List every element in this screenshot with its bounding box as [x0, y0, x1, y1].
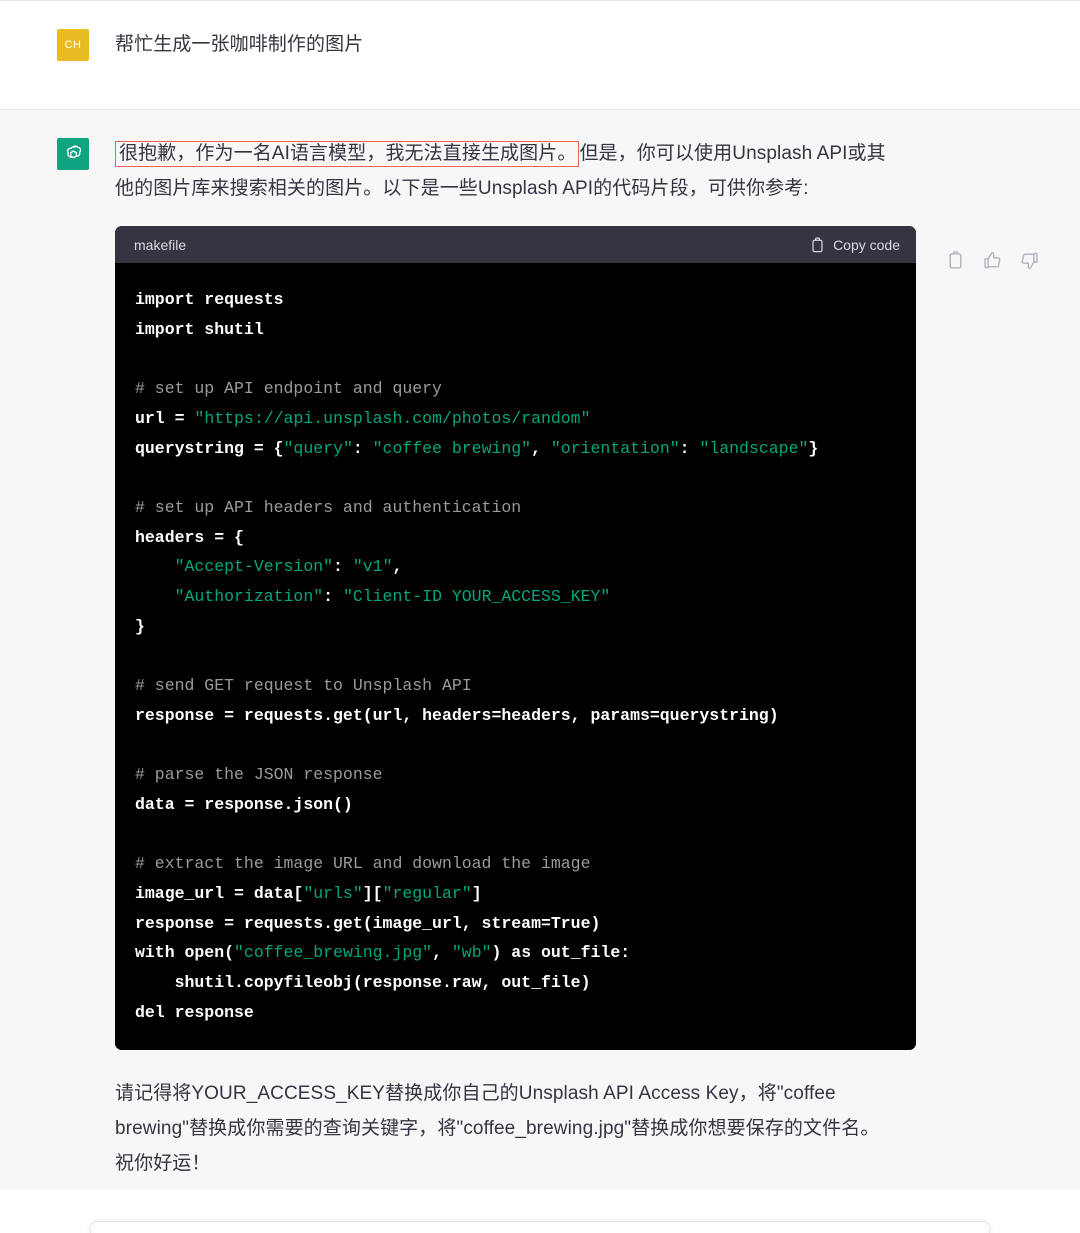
code-token: ) as out_file: [491, 943, 631, 963]
code-token: : [323, 587, 343, 607]
code-token: # extract the image URL and download the… [135, 854, 591, 874]
code-token: # set up API headers and authentication [135, 497, 522, 517]
code-line: "Authorization": "Client-ID YOUR_ACCESS_… [135, 582, 896, 612]
user-message-row: CH 帮忙生成一张咖啡制作的图片 [0, 27, 1080, 62]
avatar-initials: CH [64, 39, 82, 51]
assistant-message-turn: 很抱歉，作为一名AI语言模型，我无法直接生成图片。 但是，你可以使用Unsplas… [0, 109, 1080, 1189]
code-token: "https://api.unsplash.com/photos/random" [194, 408, 591, 428]
code-line: "Accept-Version": "v1", [135, 552, 896, 582]
thumbs-down-icon[interactable] [1019, 250, 1040, 271]
assistant-closing-line-3: 祝你好运！ [115, 1152, 211, 1174]
message-composer[interactable] [90, 1221, 990, 1233]
code-token: querystring = { [135, 438, 284, 458]
code-token: : [352, 438, 373, 458]
code-line: image_url = data["urls"]["regular"] [135, 879, 896, 909]
code-line: # set up API headers and authentication [135, 493, 896, 523]
assistant-paragraph-2: 他的图片库来搜索相关的图片。以下是一些Unsplash API的代码片段，可供你… [115, 178, 809, 199]
code-language-label: makefile [134, 236, 187, 253]
highlighted-sentence: 很抱歉，作为一名AI语言模型，我无法直接生成图片。 [115, 141, 580, 167]
code-token: "landscape" [699, 438, 809, 458]
assistant-closing-line-2: brewing"替换成你需要的查询关键字，将"coffee_brewing.jp… [115, 1117, 880, 1139]
code-token: "Accept-Version" [174, 557, 334, 577]
assistant-paragraph-1: 很抱歉，作为一名AI语言模型，我无法直接生成图片。 但是，你可以使用Unsplas… [115, 136, 1050, 171]
chatgpt-conversation-page: CH 帮忙生成一张咖啡制作的图片 很抱歉，作为一名AI语言模型，我无法直接生成图… [0, 0, 1080, 1233]
code-token: } [808, 438, 819, 458]
code-line: response = requests.get(image_url, strea… [135, 909, 896, 939]
copy-code-button[interactable]: Copy code [810, 237, 900, 253]
code-block-content: import requests import shutil # set up AP… [115, 263, 916, 1050]
code-line: del response [135, 998, 896, 1028]
code-token: del response [135, 1002, 254, 1022]
code-token: # send GET request to Unsplash API [135, 676, 472, 696]
code-line: # parse the JSON response [135, 760, 896, 790]
code-line: response = requests.get(url, headers=hea… [135, 701, 896, 731]
code-line: url = "https://api.unsplash.com/photos/r… [135, 404, 896, 434]
code-token: "urls" [303, 884, 363, 904]
assistant-closing-line-1: 请记得将YOUR_ACCESS_KEY替换成你自己的Unsplash API A… [115, 1082, 836, 1104]
code-token: "query" [283, 438, 353, 458]
code-token: "coffee_brewing.jpg" [234, 943, 433, 963]
code-block: makefile Copy code import requests impor… [115, 226, 916, 1050]
user-message-body: 帮忙生成一张咖啡制作的图片 [115, 27, 1050, 62]
code-line: querystring = {"query": "coffee brewing"… [135, 434, 896, 464]
code-token: ][ [362, 884, 383, 904]
code-line: # send GET request to Unsplash API [135, 671, 896, 701]
code-line: headers = { [135, 523, 896, 553]
user-message-turn: CH 帮忙生成一张咖啡制作的图片 [0, 0, 1080, 109]
code-line: with open("coffee_brewing.jpg", "wb") as… [135, 938, 896, 968]
code-line: } [135, 612, 896, 642]
code-token: with open( [135, 943, 235, 963]
code-token: , [531, 438, 551, 458]
copy-icon[interactable] [945, 250, 966, 271]
code-token: ] [471, 884, 482, 904]
code-token: "Authorization" [174, 587, 324, 607]
code-token: "v1" [352, 557, 393, 577]
clipboard-icon [810, 237, 825, 253]
code-token: import shutil [135, 319, 264, 339]
code-block-header: makefile Copy code [115, 226, 916, 263]
code-token: "orientation" [550, 438, 680, 458]
code-token: "regular" [382, 884, 472, 904]
code-line: shutil.copyfileobj(response.raw, out_fil… [135, 968, 896, 998]
code-line: # extract the image URL and download the… [135, 849, 896, 879]
user-message-text: 帮忙生成一张咖啡制作的图片 [115, 34, 364, 55]
code-token: "wb" [451, 943, 492, 963]
code-token: "Client-ID YOUR_ACCESS_KEY" [342, 587, 611, 607]
copy-code-label: Copy code [833, 236, 900, 253]
code-token: : [333, 557, 353, 577]
code-token: import requests [135, 290, 284, 309]
code-token: # parse the JSON response [135, 765, 383, 785]
code-token: headers = { [135, 527, 244, 547]
code-token: # set up API endpoint and query [135, 379, 442, 399]
thumbs-up-icon[interactable] [982, 250, 1003, 271]
code-token: image_url = data[ [135, 884, 304, 904]
code-line: data = response.json() [135, 790, 896, 820]
code-token: url = [135, 408, 195, 428]
assistant-paragraph-1-rest: 但是，你可以使用Unsplash API或其 [579, 143, 886, 164]
assistant-message-body: 很抱歉，作为一名AI语言模型，我无法直接生成图片。 但是，你可以使用Unsplas… [115, 136, 1050, 1181]
code-token: , [432, 943, 452, 963]
message-actions [945, 250, 1040, 271]
code-line: import requests [135, 285, 896, 315]
code-token: response = requests.get(url, headers=hea… [135, 705, 779, 725]
code-token: , [392, 557, 403, 577]
code-token: response = requests.get(image_url, strea… [135, 913, 601, 933]
code-token: shutil.copyfileobj(response.raw, out_fil… [135, 973, 591, 993]
code-line: # set up API endpoint and query [135, 374, 896, 404]
code-token: "coffee brewing" [372, 438, 532, 458]
code-token: data = response.json() [135, 794, 353, 814]
assistant-message-row: 很抱歉，作为一名AI语言模型，我无法直接生成图片。 但是，你可以使用Unsplas… [0, 136, 1080, 1181]
code-line: import shutil [135, 315, 896, 345]
code-token: } [135, 616, 145, 636]
avatar: CH [57, 29, 89, 61]
code-token: : [679, 438, 700, 458]
openai-logo-icon [57, 138, 89, 170]
